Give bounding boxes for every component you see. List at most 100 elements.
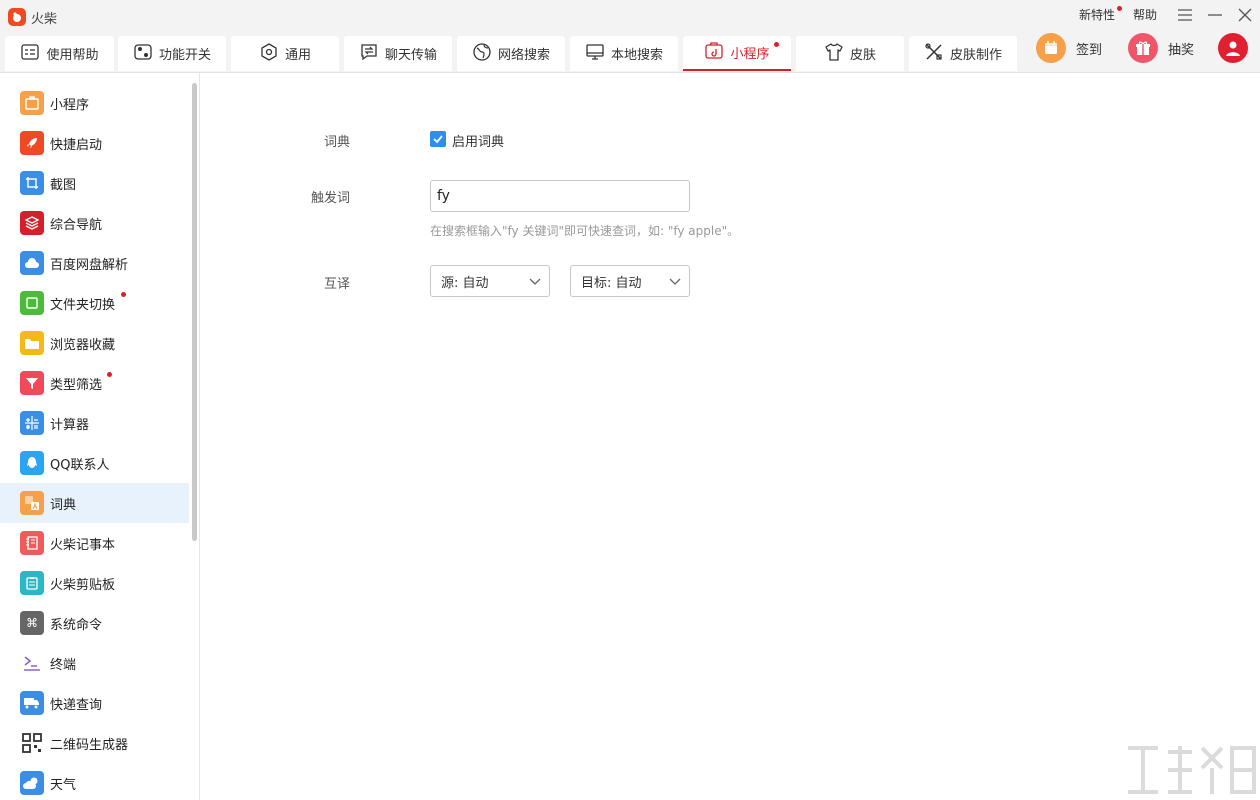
sidebar-item-label: 二维码生成器 <box>50 737 129 753</box>
app-title: 火柴 <box>31 12 58 27</box>
sidebar-item-label: 词典 <box>50 497 77 513</box>
command-icon: ⌘ <box>20 611 44 635</box>
watermark-logo <box>1124 742 1260 800</box>
target-select-value: 目标: 自动 <box>581 275 642 291</box>
sidebar-item-label: 火柴剪贴板 <box>50 577 116 593</box>
trigger-word-label: 触发词 <box>310 191 350 206</box>
sidebar-item-calculator[interactable]: 计算器 <box>0 403 189 443</box>
source-select-value: 源: 自动 <box>441 275 489 291</box>
sidebar-item-label: 截图 <box>50 177 77 193</box>
close-icon[interactable] <box>1235 5 1255 25</box>
target-language-select[interactable]: 目标: 自动 <box>570 265 690 297</box>
filter-icon <box>20 371 44 395</box>
checkmark-icon <box>433 135 443 144</box>
sidebar-item-label: 系统命令 <box>50 617 103 633</box>
calculator-icon <box>20 411 44 435</box>
weather-icon <box>20 771 44 795</box>
sidebar-item-label: 计算器 <box>50 417 90 433</box>
tab-label: 通用 <box>284 48 311 63</box>
toggle-icon <box>133 42 153 66</box>
sidebar-badge-dot <box>107 372 112 377</box>
enable-dictionary-label[interactable]: 启用词典 <box>452 131 504 150</box>
tab-label: 皮肤制作 <box>949 48 1002 63</box>
sidebar-item-label: 综合导航 <box>50 217 103 233</box>
tab-web-search[interactable]: 网络搜索 <box>457 36 565 71</box>
sidebar-item-folder-switch[interactable]: 文件夹切换 <box>0 283 189 323</box>
hamburger-icon[interactable] <box>1175 5 1195 25</box>
signin-label: 签到 <box>1076 42 1103 58</box>
tab-usage-help[interactable]: 使用帮助 <box>5 36 114 71</box>
sidebar-item-clipboard[interactable]: 火柴剪贴板 <box>0 563 189 603</box>
sidebar-item-system-command[interactable]: ⌘ 系统命令 <box>0 603 189 643</box>
tab-label: 使用帮助 <box>46 48 99 63</box>
terminal-icon <box>20 651 44 675</box>
cloud-icon <box>20 251 44 275</box>
sidebar-item-qrcode[interactable]: 二维码生成器 <box>0 723 189 763</box>
clipboard-icon <box>20 571 44 595</box>
signin-button[interactable]: 签到 <box>1036 33 1103 63</box>
tab-bar: 使用帮助 功能开关 通用 聊天传输 网络搜索 本地搜索 小程序 皮肤 皮肤制作 … <box>0 33 1260 73</box>
sidebar-item-label: 小程序 <box>50 97 90 113</box>
help-link[interactable]: 帮助 <box>1133 6 1157 23</box>
source-language-select[interactable]: 源: 自动 <box>430 265 550 297</box>
sidebar-item-navigation[interactable]: 综合导航 <box>0 203 189 243</box>
sidebar-item-qq-contacts[interactable]: QQ联系人 <box>0 443 189 483</box>
tshirt-icon <box>824 42 844 66</box>
sidebar-item-label: 终端 <box>50 657 77 673</box>
sidebar-item-label: 浏览器收藏 <box>50 337 116 353</box>
new-features-link[interactable]: 新特性 <box>1079 6 1115 23</box>
mini-program-icon <box>20 91 44 115</box>
sidebar-item-quick-launch[interactable]: 快捷启动 <box>0 123 189 163</box>
tab-local-search[interactable]: 本地搜索 <box>570 36 678 71</box>
folder-icon <box>20 331 44 355</box>
tab-label: 皮肤 <box>849 48 876 63</box>
mini-program-icon <box>704 41 724 65</box>
sidebar-item-dictionary[interactable]: 词典 <box>0 483 189 523</box>
sidebar-item-label: QQ联系人 <box>50 457 110 473</box>
layers-icon <box>20 211 44 235</box>
tab-label: 网络搜索 <box>497 48 550 63</box>
sidebar-scrollbar[interactable] <box>192 83 197 541</box>
sidebar-item-mini-program[interactable]: 小程序 <box>0 83 189 123</box>
tab-label: 聊天传输 <box>384 48 437 63</box>
tab-badge-dot <box>774 42 779 47</box>
sidebar-item-terminal[interactable]: 终端 <box>0 643 189 683</box>
tab-general[interactable]: 通用 <box>231 36 339 71</box>
chevron-down-icon <box>529 278 541 285</box>
sidebar-item-notebook[interactable]: 火柴记事本 <box>0 523 189 563</box>
sidebar-item-type-filter[interactable]: 类型筛选 <box>0 363 189 403</box>
dictionary-label: 词典 <box>323 135 350 150</box>
sidebar-item-label: 文件夹切换 <box>50 297 116 313</box>
sidebar-item-screenshot[interactable]: 截图 <box>0 163 189 203</box>
enable-dictionary-checkbox[interactable] <box>430 131 446 147</box>
app-logo-icon <box>8 8 26 26</box>
sidebar-item-weather[interactable]: 天气 <box>0 763 189 800</box>
sidebar-item-label: 快递查询 <box>50 697 103 713</box>
trigger-word-input[interactable] <box>430 180 690 212</box>
tab-chat-transfer[interactable]: 聊天传输 <box>344 36 452 71</box>
sidebar-badge-dot <box>121 292 126 297</box>
sidebar-item-label: 类型筛选 <box>50 377 103 393</box>
avatar-icon <box>1218 33 1248 63</box>
sidebar-item-express-query[interactable]: 快递查询 <box>0 683 189 723</box>
sidebar: 小程序 快捷启动 截图 综合导航 百度网盘解析 文件夹切换 浏览器收藏 类型筛选… <box>0 73 200 800</box>
tab-skin-maker[interactable]: 皮肤制作 <box>909 36 1017 71</box>
sidebar-item-browser-bookmarks[interactable]: 浏览器收藏 <box>0 323 189 363</box>
tab-skin[interactable]: 皮肤 <box>796 36 904 71</box>
sidebar-item-baidu-disk[interactable]: 百度网盘解析 <box>0 243 189 283</box>
help-doc-icon <box>20 42 40 66</box>
hexagon-icon <box>259 42 279 66</box>
lottery-button[interactable]: 抽奖 <box>1128 33 1194 63</box>
tab-mini-program[interactable]: 小程序 <box>683 36 791 71</box>
tab-label: 小程序 <box>730 47 770 62</box>
sidebar-item-label: 快捷启动 <box>50 137 103 153</box>
sidebar-item-label: 百度网盘解析 <box>50 257 129 273</box>
minimize-icon[interactable] <box>1205 5 1225 25</box>
tools-icon <box>924 42 944 66</box>
tab-label: 功能开关 <box>158 48 211 63</box>
tab-feature-toggle[interactable]: 功能开关 <box>118 36 226 71</box>
trigger-hint: 在搜索框输入"fy 关键词"即可快速查词，如: "fy apple"。 <box>430 224 740 238</box>
truck-icon <box>20 691 44 715</box>
monitor-icon <box>585 42 605 66</box>
user-avatar[interactable] <box>1218 33 1248 63</box>
